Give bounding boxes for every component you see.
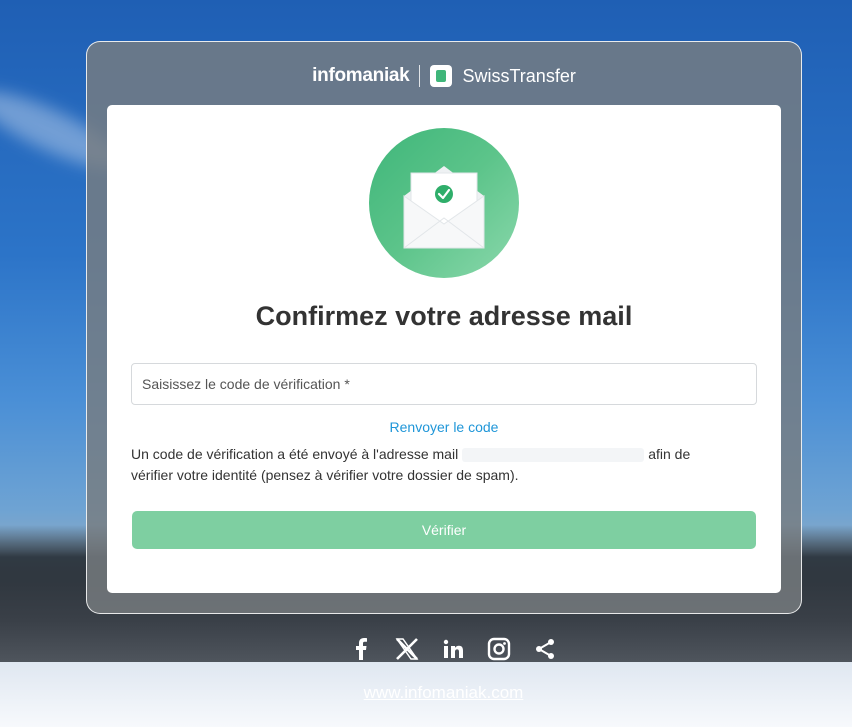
page-title: Confirmez votre adresse mail	[255, 301, 633, 331]
linkedin-icon[interactable]	[440, 636, 466, 662]
info-text: Un code de vérification a été envoyé à l…	[131, 444, 731, 486]
verify-button[interactable]: Vérifier	[132, 511, 756, 549]
verification-code-input[interactable]	[131, 363, 757, 405]
info-suffix-2: vérifier votre identité (pensez à vérifi…	[131, 467, 519, 483]
infomaniak-logo: infomaniak	[312, 65, 410, 86]
swisstransfer-logo-icon	[430, 65, 453, 87]
swisstransfer-logo-text: SwissTransfer	[462, 65, 576, 86]
verification-panel: Confirmez votre adresse mail Renvoyer le…	[107, 105, 781, 593]
social-links	[348, 636, 558, 662]
resend-code-link[interactable]: Renvoyer le code	[107, 419, 781, 435]
brand-divider	[419, 65, 421, 87]
auth-card: infomaniak SwissTransfer Confirmez votre…	[86, 41, 802, 614]
info-suffix-1: afin de	[648, 446, 691, 462]
share-icon[interactable]	[532, 636, 558, 662]
instagram-icon[interactable]	[486, 636, 512, 662]
x-icon[interactable]	[394, 636, 420, 662]
info-prefix: Un code de vérification a été envoyé à l…	[131, 446, 459, 462]
facebook-icon[interactable]	[348, 636, 374, 662]
envelope-check-icon	[369, 128, 519, 278]
brand-bar: infomaniak SwissTransfer	[87, 64, 801, 88]
masked-email	[462, 448, 645, 463]
infomaniak-website-link[interactable]: www.infomaniak.com	[0, 683, 852, 703]
